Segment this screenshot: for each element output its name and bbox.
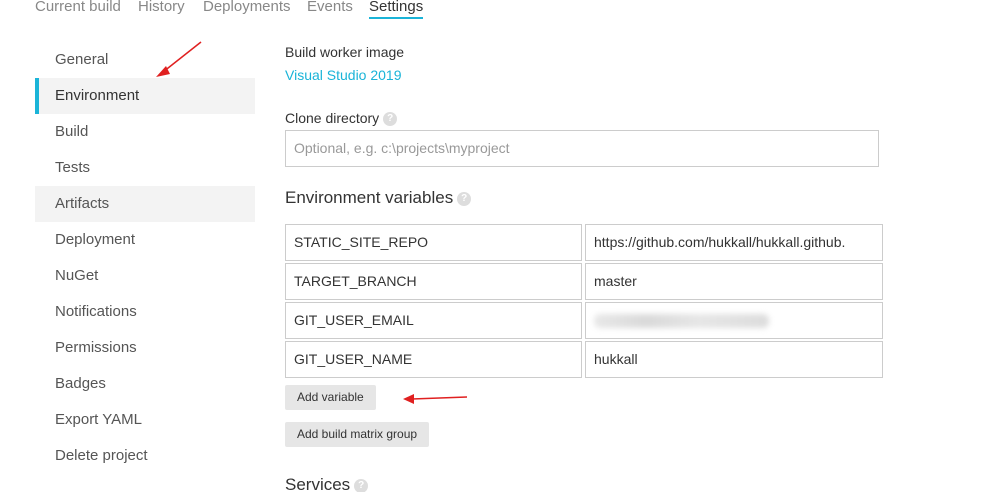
build-worker-image-label: Build worker image	[285, 44, 405, 60]
services-title: Services?	[285, 475, 369, 492]
sidebar-item-export-yaml[interactable]: Export YAML	[35, 402, 255, 438]
tab-deployments[interactable]: Deployments	[203, 0, 291, 15]
sidebar-item-artifacts[interactable]: Artifacts	[35, 186, 255, 222]
sidebar-item-delete-project[interactable]: Delete project	[35, 438, 255, 474]
tab-current-build[interactable]: Current build	[35, 0, 121, 15]
add-variable-button[interactable]: Add variable	[285, 385, 376, 410]
settings-sidebar: General Environment Build Tests Artifact…	[35, 42, 255, 474]
sidebar-item-build[interactable]: Build	[35, 114, 255, 150]
add-build-matrix-group-button[interactable]: Add build matrix group	[285, 422, 430, 447]
sidebar-item-environment[interactable]: Environment	[35, 78, 255, 114]
env-var-value-input[interactable]: https://github.com/hukkall/hukkall.githu…	[585, 224, 883, 261]
clone-directory-label: Clone directory?	[285, 110, 398, 127]
sidebar-item-label: Export YAML	[55, 411, 142, 428]
sidebar-item-label: Delete project	[55, 447, 148, 464]
sidebar-item-badges[interactable]: Badges	[35, 366, 255, 402]
sidebar-item-label: Artifacts	[55, 195, 110, 212]
sidebar-item-deployment[interactable]: Deployment	[35, 222, 255, 258]
annotation-arrow-add-variable	[403, 394, 468, 404]
tab-events[interactable]: Events	[307, 0, 353, 15]
tab-history[interactable]: History	[138, 0, 185, 15]
env-var-name-input[interactable]: GIT_USER_EMAIL	[285, 302, 582, 339]
env-var-value-input[interactable]: hukkall	[585, 341, 883, 378]
sidebar-item-permissions[interactable]: Permissions	[35, 330, 255, 366]
redacted-email	[594, 314, 769, 329]
env-var-name-input[interactable]: STATIC_SITE_REPO	[285, 224, 582, 261]
sidebar-item-nuget[interactable]: NuGet	[35, 258, 255, 294]
sidebar-item-label: Permissions	[55, 339, 137, 356]
env-var-name-input[interactable]: TARGET_BRANCH	[285, 263, 582, 300]
clone-directory-label-text: Clone directory	[285, 110, 380, 126]
clone-directory-input[interactable]: Optional, e.g. c:\projects\myproject	[285, 130, 879, 167]
sidebar-item-label: Environment	[55, 87, 140, 104]
sidebar-item-notifications[interactable]: Notifications	[35, 294, 255, 330]
environment-variables-title-text: Environment variables	[285, 188, 454, 207]
sidebar-item-label: NuGet	[55, 267, 99, 284]
sidebar-item-tests[interactable]: Tests	[35, 150, 255, 186]
sidebar-item-general[interactable]: General	[35, 42, 255, 78]
sidebar-item-label: Build	[55, 123, 89, 140]
sidebar-item-label: Badges	[55, 375, 106, 392]
sidebar-item-label: Deployment	[55, 231, 136, 248]
env-var-value-input-redacted[interactable]	[585, 302, 883, 339]
sidebar-item-label: General	[55, 51, 109, 68]
build-worker-image-link[interactable]: Visual Studio 2019	[285, 67, 402, 83]
settings-page: Current build History Deployments Events…	[0, 0, 986, 492]
sidebar-item-label: Tests	[55, 159, 91, 176]
help-icon[interactable]: ?	[457, 191, 472, 206]
environment-variables-title: Environment variables?	[285, 188, 472, 208]
help-icon[interactable]: ?	[354, 478, 369, 492]
help-icon[interactable]: ?	[383, 112, 398, 127]
env-var-value-input[interactable]: master	[585, 263, 883, 300]
services-title-text: Services	[285, 475, 351, 492]
top-tabs: Current build History Deployments Events…	[0, 0, 986, 22]
sidebar-item-label: Notifications	[55, 303, 137, 320]
env-var-name-input[interactable]: GIT_USER_NAME	[285, 341, 582, 378]
tab-settings[interactable]: Settings	[369, 0, 424, 19]
